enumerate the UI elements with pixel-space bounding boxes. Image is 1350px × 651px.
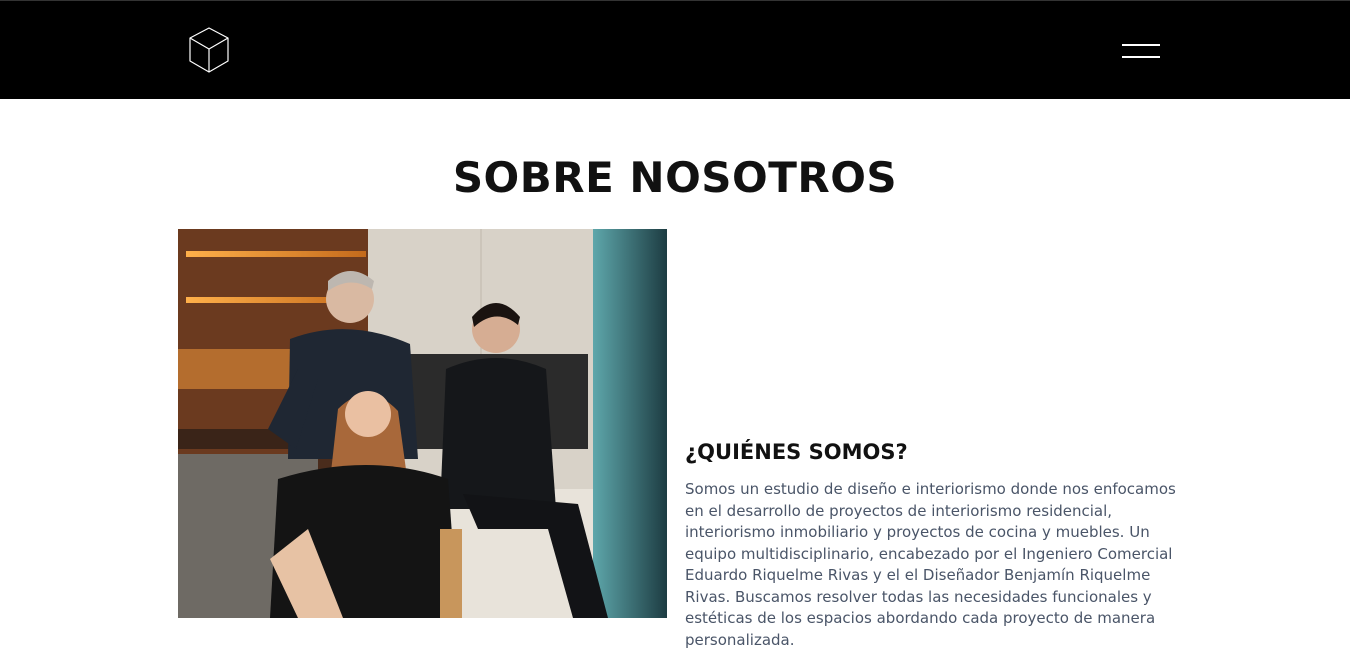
page-title: SOBRE NOSOTROS xyxy=(452,153,898,202)
about-paragraph: Somos un estudio de diseño e interiorism… xyxy=(685,480,1176,649)
menu-line-bottom xyxy=(1122,56,1160,58)
about-heading: ¿QUIÉNES SOMOS? xyxy=(685,440,908,464)
hamburger-menu-icon[interactable] xyxy=(1122,42,1162,60)
team-photo xyxy=(178,229,667,618)
site-header xyxy=(0,0,1350,99)
team-photo-illustration xyxy=(178,229,667,618)
cube-logo-icon[interactable] xyxy=(187,26,231,74)
menu-line-top xyxy=(1122,44,1160,46)
